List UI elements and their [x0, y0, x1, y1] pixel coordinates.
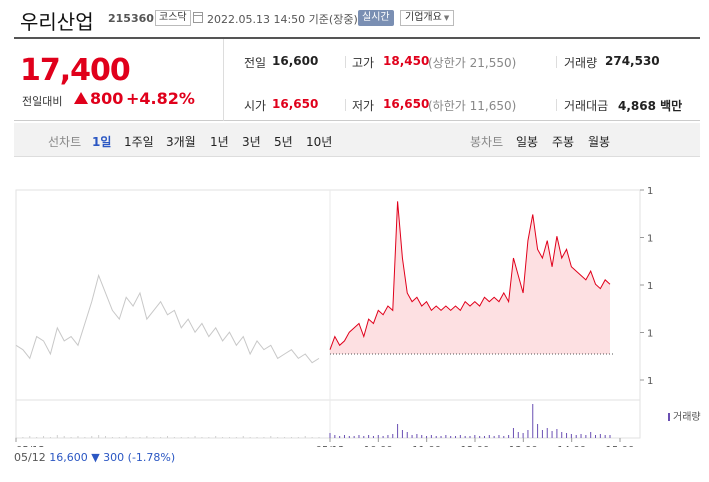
current-price-box: 17,400 전일대비 800 +4.82%: [14, 39, 224, 121]
company-info-button[interactable]: 기업개요 ▼: [400, 10, 455, 26]
prev-label: 전일: [244, 56, 267, 70]
tab-daily-candle[interactable]: 일봉: [516, 133, 538, 150]
upper-limit: (상한가 21,550): [428, 56, 517, 70]
x-tick-label: 05/12: [16, 445, 45, 447]
y-tick-label: 16,847: [647, 329, 654, 340]
change-percent: +4.82%: [126, 89, 195, 108]
candle-chart-label: 봉차트: [470, 135, 504, 149]
prev-value: 16,600: [272, 54, 319, 68]
x-tick-label: 11:00: [412, 445, 441, 447]
price-chart-svg: 18,480 17,936 17,391 16,847 16,302 05/12 05/13…: [15, 186, 682, 456]
low-label: 저가: [352, 99, 375, 113]
tab-weekly-candle[interactable]: 주봉: [552, 133, 574, 150]
prev-day-series-line: [15, 273, 320, 364]
amount-label: 거래대금: [564, 99, 609, 113]
change-label: 전일대비: [22, 95, 63, 108]
x-tick-label: 14:00: [557, 445, 586, 447]
divider: [556, 99, 557, 111]
stock-name: 우리산업: [20, 10, 94, 34]
volume-label: 거래량: [564, 56, 598, 70]
price-summary: 17,400 전일대비 800 +4.82% 전일 16,600 고가 18,4…: [14, 37, 700, 121]
high-value: 18,450: [383, 54, 430, 68]
up-arrow-icon: [74, 92, 88, 104]
footer-date: 05/12: [14, 451, 46, 464]
tab-monthly-candle[interactable]: 월봉: [588, 133, 610, 150]
footer-change: ▼ 300: [91, 451, 125, 464]
y-tick-label: 16,302: [647, 376, 654, 387]
stock-code: 215360: [108, 12, 154, 25]
chart-footer: 05/12 16,600 ▼ 300 (-1.78%): [14, 451, 175, 464]
tab-5year[interactable]: 5년: [274, 133, 293, 150]
y-tick-label: 17,936: [647, 234, 654, 245]
amount-value: 4,868 백만: [618, 99, 683, 113]
divider: [345, 56, 346, 68]
low-value: 16,650: [383, 97, 430, 111]
x-tick-label: 10:00: [364, 445, 393, 447]
datetime: 2022.05.13 14:50 기준(장중): [207, 13, 358, 26]
realtime-button[interactable]: 실시간: [358, 10, 394, 26]
price-chart[interactable]: 18,480 17,936 17,391 16,847 16,302 05/12 05/13…: [14, 182, 682, 456]
today-area-fill: [330, 201, 610, 355]
high-label: 고가: [352, 56, 375, 70]
footer-prev-close: 16,600: [49, 451, 88, 464]
tab-10year[interactable]: 10년: [306, 133, 332, 150]
x-tick-label: 13:00: [509, 445, 538, 447]
tab-1year[interactable]: 1년: [210, 133, 229, 150]
tab-1week[interactable]: 1주일: [124, 133, 154, 150]
change-value: 800: [90, 89, 124, 108]
current-price: 17,400: [20, 53, 131, 88]
chart-range-bar: 선차트 1일 1주일 3개월 1년 3년 5년 10년 봉차트 일봉 주봉 월봉: [14, 123, 700, 157]
open-value: 16,650: [272, 97, 319, 111]
x-tick-label: 05/13: [316, 445, 345, 447]
x-tick-label: 12:00: [461, 445, 490, 447]
y-tick-label: 17,391: [647, 281, 654, 292]
calendar-icon: [193, 12, 203, 23]
divider: [556, 56, 557, 68]
line-chart-label: 선차트: [48, 135, 82, 149]
tab-1day[interactable]: 1일: [92, 133, 111, 150]
volume-value: 274,530: [605, 54, 660, 68]
tab-3month[interactable]: 3개월: [166, 133, 196, 150]
tab-3year[interactable]: 3년: [242, 133, 261, 150]
footer-change-pct: (-1.78%): [127, 451, 176, 464]
chevron-down-icon: ▼: [443, 14, 450, 22]
lower-limit: (하한가 11,650): [428, 99, 517, 113]
volume-legend-label: 거래량: [673, 412, 701, 423]
x-tick-label: 15:00: [606, 445, 635, 447]
open-label: 시가: [244, 99, 267, 113]
market-badge: 코스닥: [155, 10, 191, 26]
y-tick-label: 18,480: [647, 186, 654, 197]
volume-legend: 거래량: [668, 408, 701, 423]
header: 우리산업 215360 코스닥 2022.05.13 14:50 기준(장중) …: [0, 0, 709, 36]
volume-legend-mark: [668, 413, 670, 421]
company-info-label: 기업개요: [405, 12, 442, 23]
divider: [345, 99, 346, 111]
